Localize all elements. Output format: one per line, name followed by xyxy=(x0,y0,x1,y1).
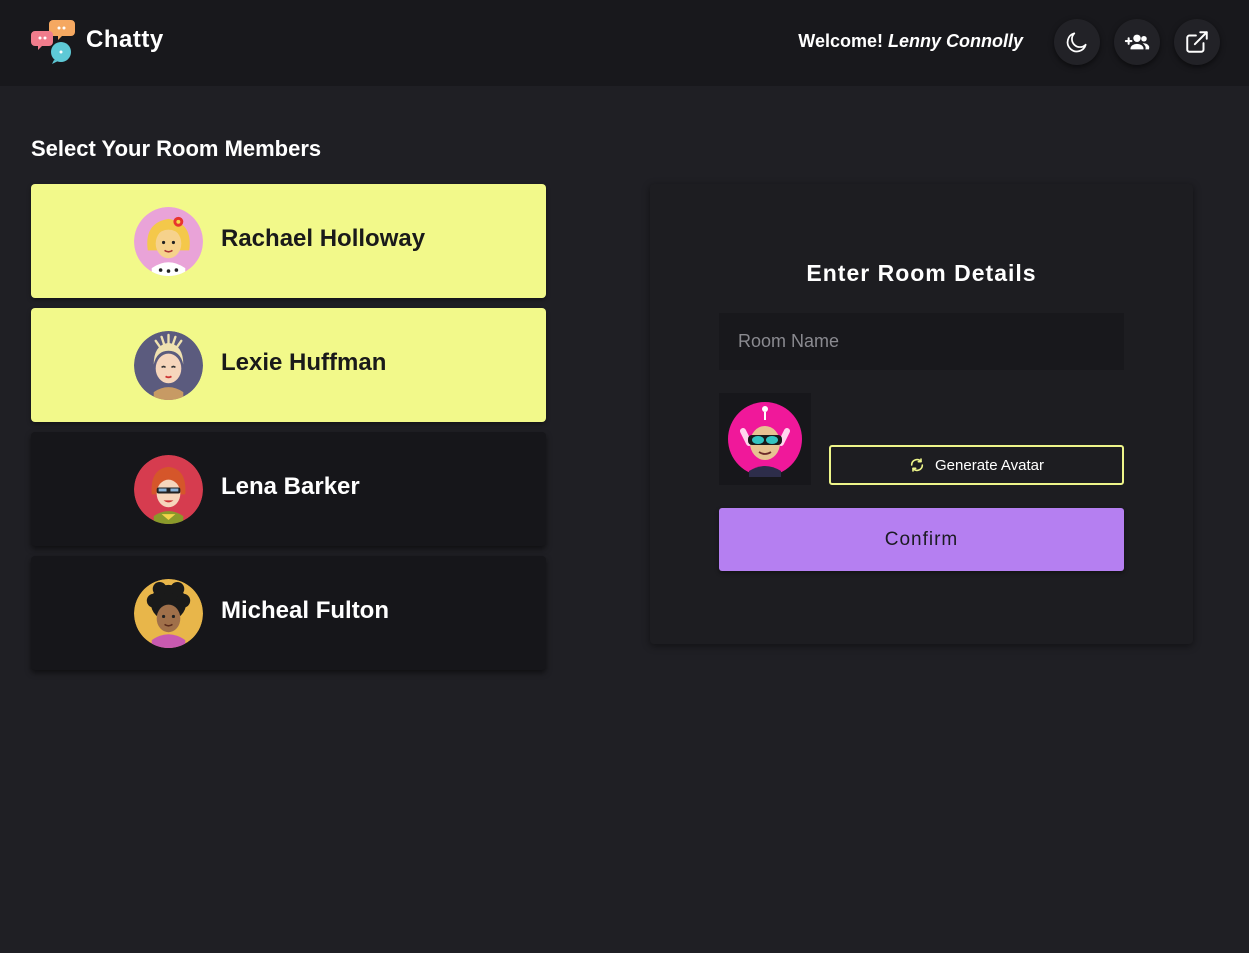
member-name: Lena Barker xyxy=(221,473,360,500)
user-name: Lenny Connolly xyxy=(888,31,1023,51)
member-card-lexie-huffman[interactable]: Lexie Huffman xyxy=(31,308,546,422)
avatar xyxy=(134,455,203,524)
add-users-button[interactable] xyxy=(1114,19,1160,65)
generate-avatar-label: Generate Avatar xyxy=(935,456,1044,474)
member-name: Lexie Huffman xyxy=(221,349,387,376)
room-avatar xyxy=(728,402,802,477)
top-bar: Chatty Welcome! Lenny Connolly xyxy=(0,0,1249,86)
add-users-icon xyxy=(1124,34,1150,50)
theme-toggle-button[interactable] xyxy=(1054,19,1100,65)
chatty-logo-icon xyxy=(31,20,75,64)
room-details-panel: Enter Room Details Generate Avatar Confi… xyxy=(650,184,1193,644)
logout-button[interactable] xyxy=(1174,19,1220,65)
welcome-message: Welcome! Lenny Connolly xyxy=(798,31,1023,52)
avatar xyxy=(134,579,203,648)
app-title: Chatty xyxy=(86,26,164,53)
avatar xyxy=(134,331,203,400)
member-name: Rachael Holloway xyxy=(221,225,426,252)
member-card-lena-barker[interactable]: Lena Barker xyxy=(31,432,546,546)
avatar xyxy=(134,207,203,276)
room-details-title: Enter Room Details xyxy=(806,260,1037,286)
moon-icon xyxy=(1066,32,1087,53)
external-link-icon xyxy=(1186,31,1208,53)
member-card-rachael-holloway[interactable]: Rachael Holloway xyxy=(31,184,546,298)
room-avatar-preview xyxy=(719,393,811,485)
member-name: Micheal Fulton xyxy=(221,597,389,624)
members-section-title: Select Your Room Members xyxy=(31,136,322,161)
member-card-micheal-fulton[interactable]: Micheal Fulton xyxy=(31,556,546,670)
welcome-label: Welcome! xyxy=(798,31,883,51)
refresh-icon xyxy=(910,458,924,472)
confirm-button[interactable]: Confirm xyxy=(719,508,1124,571)
generate-avatar-button[interactable]: Generate Avatar xyxy=(829,445,1124,485)
member-list: Rachael Holloway Lexie Huffman Lena Bark… xyxy=(31,184,546,680)
room-name-input[interactable] xyxy=(719,313,1124,370)
